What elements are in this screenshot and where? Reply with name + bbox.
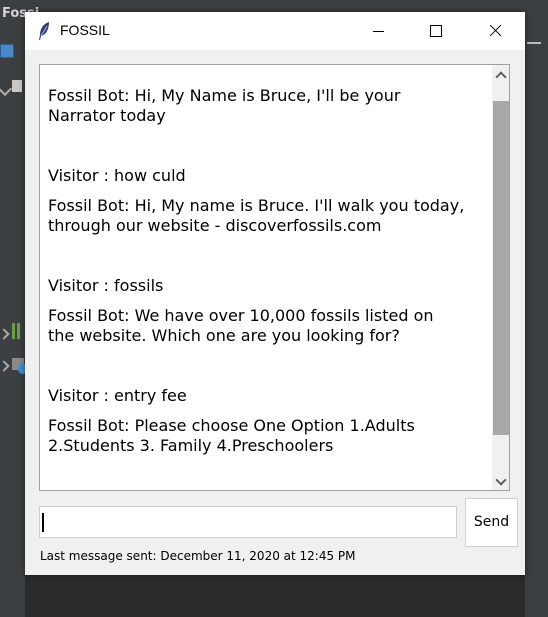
minimize-button[interactable] [355, 12, 401, 50]
bot-message: Fossil Bot: Hi, My name is Bruce. I'll w… [48, 196, 465, 235]
fossil-window: FOSSIL Fossil Bot: Hi, My Name is Bruce,… [25, 12, 525, 575]
chevron-up-icon [495, 71, 507, 83]
scrollbar-thumb[interactable] [493, 101, 509, 435]
maximize-button[interactable] [413, 12, 459, 50]
module-icon [0, 44, 14, 58]
chevron-down-icon [495, 474, 507, 486]
close-button[interactable] [471, 12, 517, 50]
bot-message: Fossil Bot: Hi, My Name is Bruce, I'll b… [48, 86, 401, 125]
last-message-status: Last message sent: December 11, 2020 at … [40, 549, 356, 563]
scroll-down-button[interactable] [492, 471, 509, 490]
message-input[interactable] [39, 506, 457, 538]
send-button[interactable]: Send [465, 498, 518, 547]
text-caret [42, 513, 44, 532]
ide-right-panel [525, 34, 548, 617]
scroll-up-button[interactable] [492, 65, 509, 85]
feather-icon [39, 22, 49, 40]
visitor-message: Visitor : entry fee [48, 386, 187, 405]
ide-bottom-area [25, 575, 525, 617]
visitor-message: Visitor : fossils [48, 276, 164, 295]
bot-message: Fossil Bot: We have over 10,000 fossils … [48, 306, 434, 345]
folder-icon [12, 80, 22, 92]
window-title: FOSSIL [60, 22, 110, 38]
minimize-panel-icon [527, 42, 541, 44]
visitor-message: Visitor : how culd [48, 166, 186, 185]
window-titlebar[interactable]: FOSSIL [25, 12, 525, 50]
chat-log[interactable]: Fossil Bot: Hi, My Name is Bruce, I'll b… [39, 64, 510, 491]
bot-message: Fossil Bot: Please choose One Option 1.A… [48, 416, 415, 455]
library-icon [12, 323, 22, 339]
